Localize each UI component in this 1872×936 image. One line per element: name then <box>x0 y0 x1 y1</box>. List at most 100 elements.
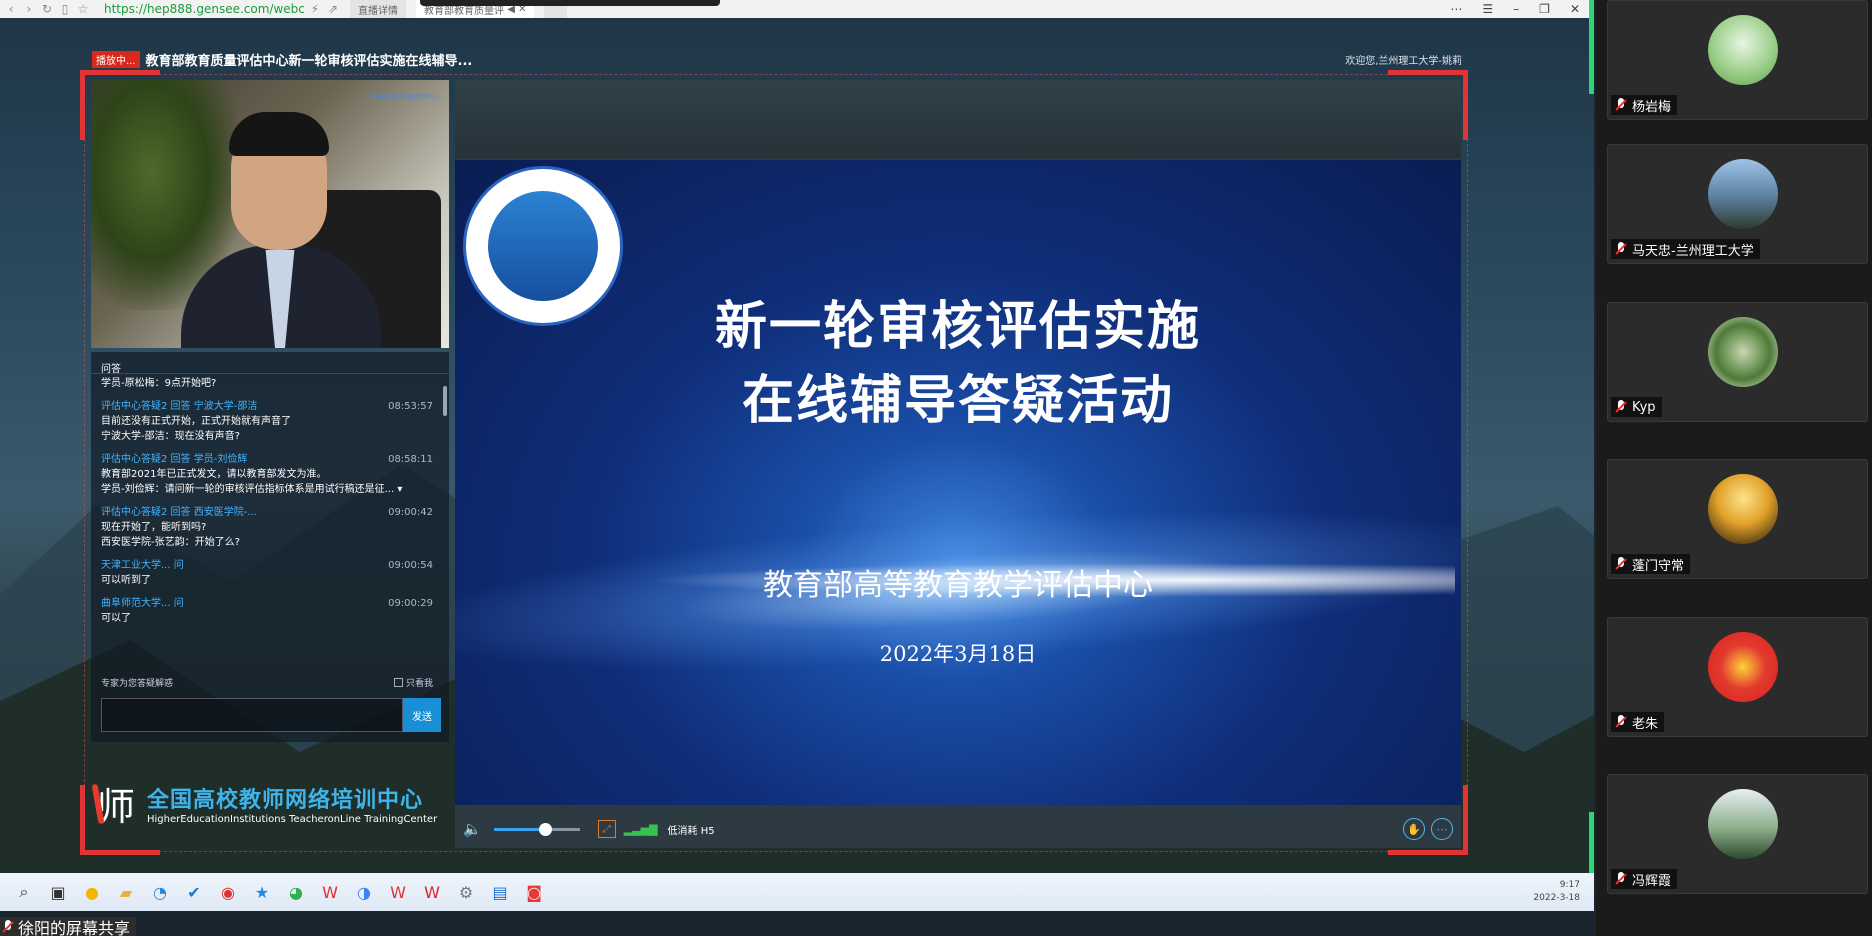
clock-time: 9:17 <box>1559 880 1580 890</box>
participant-tile[interactable]: 冯辉霞 <box>1607 774 1868 894</box>
qa-header: 问答 <box>91 352 449 375</box>
qa-line: 目前还没有正式开始，正式开始就有声音了 <box>101 416 291 427</box>
brand-mark-icon: 师 <box>91 778 141 829</box>
qa-item-head: 天津工业大学... 问 <box>101 560 184 571</box>
qa-line: 现在开始了，能听到吗? <box>101 522 207 533</box>
speaker-video[interactable]: 全国高校教师网络培训中心 <box>91 80 449 348</box>
system-clock[interactable]: 9:17 2022-3-18 <box>1533 879 1580 905</box>
qa-list[interactable]: 学员-原松梅：9点开始吧? 评估中心答疑2 回答 宁波大学-邵洁 08:53:57… <box>91 376 443 676</box>
close-window-icon[interactable]: ✕ <box>1570 2 1580 16</box>
restore-icon[interactable]: ❐ <box>1539 2 1550 16</box>
qa-line: 宁波大学-邵洁：现在没有声音? <box>101 431 240 442</box>
slide-top-band <box>455 80 1461 158</box>
search-icon[interactable]: ⌕ <box>10 878 38 906</box>
only-me-toggle[interactable]: 只看我 <box>393 676 433 689</box>
presentation-slide[interactable]: 新一轮审核评估实施 在线辅导答疑活动 教育部高等教育教学评估中心 2022年3月… <box>455 160 1461 805</box>
share-icon[interactable]: ⇗ <box>326 2 340 16</box>
audio-app-icon[interactable]: ◉ <box>214 878 242 906</box>
expand-icon[interactable]: ▾ <box>397 484 402 495</box>
reader-icon[interactable]: ▯ <box>58 2 72 16</box>
participant-tile[interactable]: 老朱 <box>1607 617 1868 737</box>
minimize-icon[interactable]: – <box>1513 2 1519 16</box>
signal-icon: ▂▃▅▇ <box>623 822 658 836</box>
participant-tile[interactable]: Kyp <box>1607 302 1868 422</box>
forward-icon[interactable]: › <box>22 2 36 16</box>
flash-icon[interactable]: ⚡ <box>308 2 322 16</box>
back-icon[interactable]: ‹ <box>4 2 18 16</box>
browser-app-icon[interactable]: ◑ <box>350 878 378 906</box>
qa-input-row: 发送 <box>101 698 441 732</box>
send-button[interactable]: 发送 <box>403 698 441 732</box>
volume-slider[interactable] <box>493 822 580 836</box>
slide-title-line1: 新一轮审核评估实施 <box>714 296 1201 357</box>
participant-tile[interactable]: 马天忠-兰州理工大学 <box>1607 144 1868 264</box>
qa-line: 可以了 <box>101 613 131 624</box>
brand-logo: 师 全国高校教师网络培训中心 HigherEducationInstitutio… <box>91 768 449 838</box>
only-me-checkbox[interactable] <box>393 677 403 687</box>
only-me-label: 只看我 <box>405 678 433 689</box>
qa-item-head: 评估中心答疑2 回答 学员-刘俭辉 <box>101 454 248 465</box>
wechat-icon[interactable]: ◕ <box>282 878 310 906</box>
menu-icon[interactable]: ☰ <box>1482 2 1493 16</box>
app-icon-yellow[interactable]: ● <box>78 878 106 906</box>
qa-item-head: 曲阜师范大学... 问 <box>101 598 184 609</box>
check-app-icon[interactable]: ✔ <box>180 878 208 906</box>
welcome-text: 欢迎您,兰州理工大学-姚莉 <box>1345 55 1462 67</box>
avatar <box>1708 474 1778 544</box>
qa-item-time: 08:58:11 <box>388 454 433 465</box>
left-column: 全国高校教师网络培训中心 问答 学员-原松梅：9点开始吧? 评估中心答疑2 回答… <box>91 80 449 848</box>
volume-icon[interactable]: 🔈 <box>463 820 482 838</box>
qa-item-head: 评估中心答疑2 回答 西安医学院-... <box>101 507 257 518</box>
participant-name-tag: 马天忠-兰州理工大学 <box>1611 239 1760 259</box>
browser-tab-label: 直播详情 <box>358 5 398 17</box>
question-input[interactable] <box>101 698 403 732</box>
chart-app-icon[interactable]: ▤ <box>486 878 514 906</box>
task-view-icon[interactable]: ▣ <box>44 878 72 906</box>
edge-icon[interactable]: ◔ <box>146 878 174 906</box>
participant-name: 杨岩梅 <box>1632 99 1672 115</box>
browser-toolbar: ‹ › ↻ ▯ ☆ https://hep888.gensee.com/webc… <box>0 0 1594 18</box>
favorite-icon[interactable]: ☆ <box>76 2 90 16</box>
record-app-icon[interactable]: ◙ <box>520 878 548 906</box>
participant-name: 蓬门守常 <box>1632 558 1685 574</box>
presentation-area: 新一轮审核评估实施 在线辅导答疑活动 教育部高等教育教学评估中心 2022年3月… <box>455 80 1461 848</box>
logo-emblem <box>488 191 598 301</box>
wps-doc-icon[interactable]: W <box>384 878 412 906</box>
refresh-icon[interactable]: ↻ <box>40 2 54 16</box>
browser-tab-1[interactable]: 直播详情 <box>350 0 406 18</box>
participant-name-tag: 杨岩梅 <box>1611 95 1678 115</box>
page-title: 教育部教育质量评估中心新一轮审核评估实施在线辅导... <box>145 53 473 69</box>
wps-doc2-icon[interactable]: W <box>418 878 446 906</box>
quality-label[interactable]: 低消耗 H5 <box>668 822 715 837</box>
live-status-badge: 播放中... <box>92 50 140 68</box>
qa-panel: 问答 学员-原松梅：9点开始吧? 评估中心答疑2 回答 宁波大学-邵洁 08:53… <box>91 352 449 742</box>
shared-screen: ‹ › ↻ ▯ ☆ https://hep888.gensee.com/webc… <box>0 0 1594 911</box>
star-app-icon[interactable]: ★ <box>248 878 276 906</box>
participant-tile[interactable]: 蓬门守常 <box>1607 459 1868 579</box>
settings-icon[interactable]: ⚙ <box>452 878 480 906</box>
more-options-icon[interactable]: ⋯ <box>1431 818 1453 840</box>
more-icon[interactable]: ⋯ <box>1450 2 1462 16</box>
slide-date: 2022年3月18日 <box>879 642 1037 666</box>
participant-name-tag: 老朱 <box>1611 712 1665 732</box>
qa-item: 评估中心答疑2 回答 西安医学院-... 09:00:42 现在开始了，能听到吗?… <box>101 505 433 550</box>
participant-sidebar: 杨岩梅 马天忠-兰州理工大学 Kyp 蓬门守常 老朱 冯辉霞 <box>1596 0 1872 936</box>
muted-mic-icon <box>1615 872 1627 886</box>
qa-line: 学员-刘俭辉：请问新一轮的审核评估指标体系是用试行稿还是征... ▾ <box>101 482 433 497</box>
folder-icon[interactable]: ▰ <box>112 878 140 906</box>
mode-switch-icon[interactable]: ⤢ <box>597 820 616 838</box>
wps-icon[interactable]: W <box>316 878 344 906</box>
qa-scrollbar[interactable] <box>443 386 447 416</box>
qa-line: 学员-原松梅：9点开始吧? <box>101 378 217 389</box>
avatar <box>1708 159 1778 229</box>
participant-name: 老朱 <box>1632 716 1659 732</box>
participant-tile[interactable]: 杨岩梅 <box>1607 0 1868 120</box>
qa-item: 天津工业大学... 问 09:00:54 可以听到了 <box>101 558 433 588</box>
muted-mic-icon <box>1615 98 1627 112</box>
qa-footer-label: 专家为您答疑解惑 <box>101 678 174 689</box>
participant-name-tag: 蓬门守常 <box>1611 554 1691 574</box>
raise-hand-icon[interactable]: ✋ <box>1403 818 1425 840</box>
address-bar[interactable]: https://hep888.gensee.com/webca <box>104 2 304 16</box>
volume-knob[interactable] <box>539 822 553 836</box>
participant-name-tag: 冯辉霞 <box>1611 869 1678 889</box>
